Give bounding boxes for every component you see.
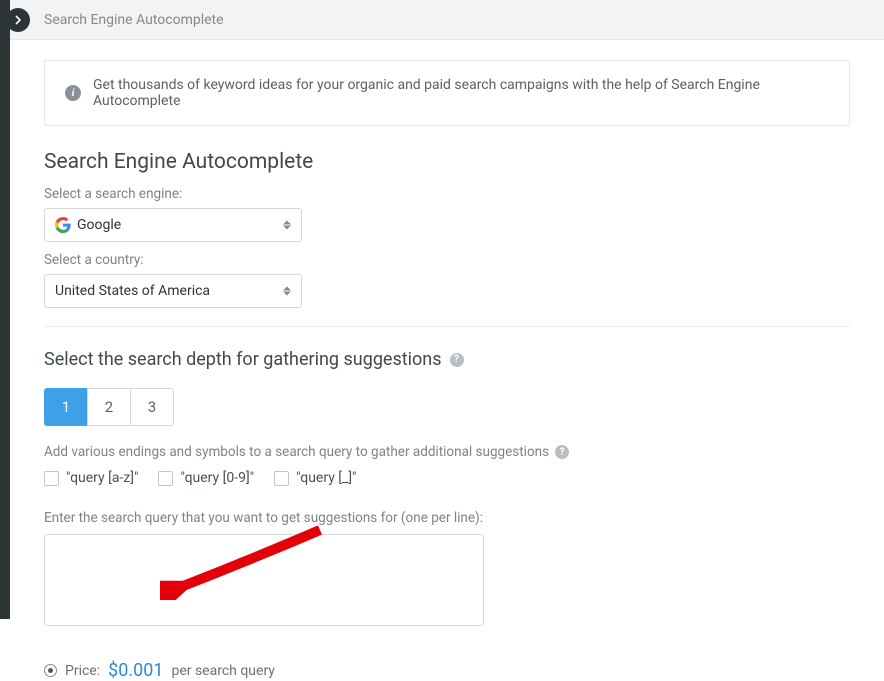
price-radio[interactable] <box>44 664 57 677</box>
engine-value: Google <box>77 217 121 233</box>
depth-option-3[interactable]: 3 <box>130 388 174 426</box>
checkbox-label: "query [0-9]" <box>180 470 254 486</box>
country-value: United States of America <box>55 283 210 299</box>
updown-icon <box>283 287 291 296</box>
checkbox-box <box>44 471 59 486</box>
checkbox-label: "query [_]" <box>296 470 356 486</box>
depth-heading: Select the search depth for gathering su… <box>44 349 850 370</box>
country-label: Select a country: <box>44 252 850 268</box>
endings-label: Add various endings and symbols to a sea… <box>44 444 850 460</box>
country-select[interactable]: United States of America <box>44 274 302 308</box>
info-text: Get thousands of keyword ideas for your … <box>93 77 829 109</box>
left-sidebar-strip <box>0 0 10 619</box>
depth-button-group: 1 2 3 <box>44 388 850 426</box>
depth-option-1[interactable]: 1 <box>44 388 88 426</box>
price-unit: per search query <box>171 663 274 679</box>
depth-option-2[interactable]: 2 <box>87 388 131 426</box>
checkbox-row: "query [a-z]" "query [0-9]" "query [_]" <box>44 470 850 486</box>
divider <box>44 326 850 327</box>
price-row: Price: $0.001 per search query <box>44 660 850 681</box>
page-title: Search Engine Autocomplete <box>44 12 224 28</box>
engine-label: Select a search engine: <box>44 186 850 202</box>
checkbox-box <box>274 471 289 486</box>
checkbox-query-09[interactable]: "query [0-9]" <box>158 470 254 486</box>
help-icon[interactable]: ? <box>555 445 569 459</box>
query-textarea[interactable] <box>44 534 484 626</box>
checkbox-box <box>158 471 173 486</box>
checkbox-query-az[interactable]: "query [a-z]" <box>44 470 138 486</box>
help-icon[interactable]: ? <box>450 353 464 367</box>
price-value: $0.001 <box>108 660 163 681</box>
checkbox-label: "query [a-z]" <box>66 470 138 486</box>
engine-select[interactable]: Google <box>44 208 302 242</box>
info-panel: i Get thousands of keyword ideas for you… <box>44 60 850 126</box>
top-bar: Search Engine Autocomplete <box>0 0 884 40</box>
chevron-right-icon <box>14 15 22 25</box>
info-icon: i <box>65 85 81 101</box>
section-heading: Search Engine Autocomplete <box>44 150 850 174</box>
depth-heading-text: Select the search depth for gathering su… <box>44 349 442 370</box>
query-label: Enter the search query that you want to … <box>44 510 850 526</box>
endings-label-text: Add various endings and symbols to a sea… <box>44 444 549 460</box>
google-icon <box>55 217 71 233</box>
updown-icon <box>283 221 291 230</box>
price-label: Price: <box>65 663 100 679</box>
checkbox-query-underscore[interactable]: "query [_]" <box>274 470 356 486</box>
